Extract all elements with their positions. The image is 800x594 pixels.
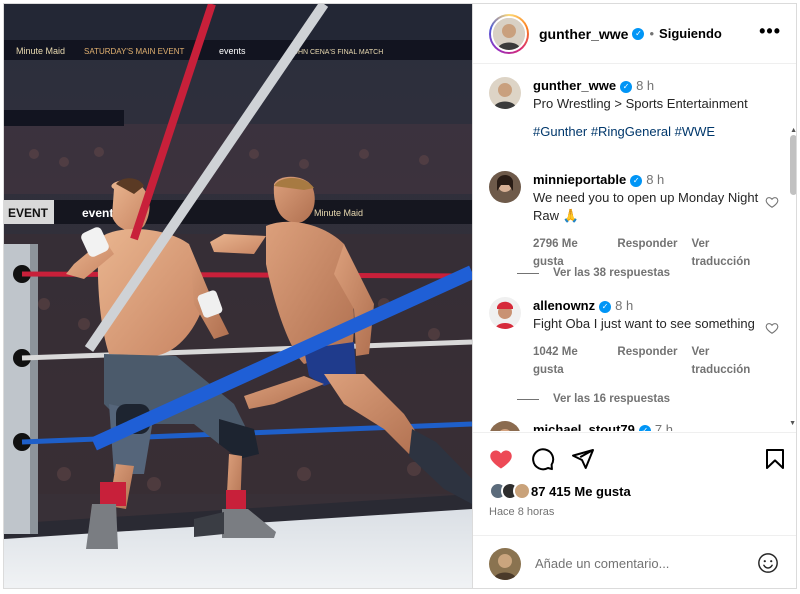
wrestling-photo: Minute Maid SATURDAY'S MAIN EVENT events… — [4, 4, 472, 588]
comments-list[interactable]: gunther_wwe ✓ 8 h Pro Wrestling > Sports E… — [473, 65, 796, 431]
post-modal: Minute Maid SATURDAY'S MAIN EVENT events… — [3, 3, 797, 589]
add-comment-row: Añade un comentario... — [473, 535, 796, 588]
translate-button[interactable]: Ver traducción — [691, 235, 763, 271]
view-replies-label: Ver las 38 respuestas — [553, 267, 670, 279]
heart-icon[interactable] — [489, 447, 513, 471]
author-avatar[interactable] — [489, 13, 529, 54]
caption-hashtags[interactable]: #Gunther #RingGeneral #WWE — [533, 123, 763, 141]
author-avatar-image — [493, 17, 525, 50]
view-replies-button[interactable]: Ver las 38 respuestas — [517, 267, 670, 279]
translate-button[interactable]: Ver traducción — [691, 343, 763, 379]
banner-text-1: Minute Maid — [16, 46, 65, 56]
comment-likes[interactable]: 1042 Me gusta — [533, 343, 603, 379]
posted-time: Hace 8 horas — [489, 506, 555, 518]
comment-text: Fight Oba I just want to see something — [533, 316, 755, 331]
post-side-panel: gunther_wwe ✓ • Siguiendo ••• gunther_ww… — [472, 4, 796, 588]
likes-summary[interactable]: 87 415 Me gusta — [489, 482, 631, 500]
comment-avatar[interactable] — [489, 171, 521, 203]
comment-time: 8 h — [615, 298, 634, 313]
comments-scrollbar[interactable] — [790, 135, 796, 195]
banner-text-6: Minute Maid — [314, 208, 363, 218]
banner-text-4: SATURDAY'S MAIN EVENT — [84, 47, 184, 56]
action-icons-row — [487, 447, 787, 473]
more-options-icon[interactable]: ••• — [759, 22, 781, 40]
separator-dot: • — [649, 26, 655, 41]
bookmark-icon[interactable] — [763, 447, 787, 471]
verified-badge-icon: ✓ — [599, 300, 612, 313]
verified-badge-icon: ✓ — [630, 174, 643, 187]
verified-badge-icon: ✓ — [632, 27, 645, 40]
comment-avatar[interactable] — [489, 297, 521, 329]
follow-status-button[interactable]: Siguiendo — [659, 26, 722, 41]
likers-avatars — [489, 482, 531, 500]
post-photo[interactable]: Minute Maid SATURDAY'S MAIN EVENT events… — [4, 4, 472, 588]
viewer-avatar — [489, 547, 521, 580]
comment-time: 7 h — [654, 422, 673, 431]
comment-username[interactable]: allenownz — [533, 298, 595, 313]
replies-line — [517, 272, 539, 274]
banner-event-text: EVENT — [8, 206, 49, 220]
comment-likes[interactable]: 2796 Me gusta — [533, 235, 603, 271]
comment-username[interactable]: minnieportable — [533, 172, 626, 187]
comment-username[interactable]: michael_stout79 — [533, 422, 635, 431]
banner-text-3: events — [219, 46, 246, 56]
caption-text: Pro Wrestling > Sports Entertainment — [533, 96, 748, 111]
scroll-down-arrow-icon[interactable]: ▼ — [789, 420, 796, 427]
like-comment-heart-icon[interactable] — [765, 195, 779, 209]
verified-badge-icon: ✓ — [638, 424, 651, 431]
share-icon[interactable] — [571, 447, 595, 471]
reply-button[interactable]: Responder — [617, 343, 677, 379]
banner-text-5: JOHN CENA'S FINAL MATCH — [289, 49, 383, 56]
scroll-up-arrow-icon[interactable]: ▲ — [790, 127, 796, 134]
author-username[interactable]: gunther_wwe — [539, 26, 628, 42]
like-comment-heart-icon[interactable] — [765, 321, 779, 335]
caption-avatar[interactable] — [489, 77, 521, 109]
comment-text: We need you to open up Monday Night Raw … — [533, 190, 759, 223]
caption-time: 8 h — [636, 78, 655, 93]
reply-button[interactable]: Responder — [617, 235, 677, 271]
comment-avatar[interactable] — [489, 421, 521, 431]
post-actions: 87 415 Me gusta Hace 8 horas Añade un co… — [473, 432, 796, 588]
comment-input[interactable]: Añade un comentario... — [535, 556, 669, 571]
likes-count[interactable]: 87 415 Me gusta — [531, 484, 631, 499]
emoji-icon[interactable] — [757, 552, 779, 574]
view-replies-label: Ver las 16 respuestas — [553, 393, 670, 405]
caption-username[interactable]: gunther_wwe — [533, 78, 616, 93]
comment-icon[interactable] — [531, 447, 555, 471]
replies-line — [517, 398, 539, 400]
post-header: gunther_wwe ✓ • Siguiendo ••• — [473, 4, 796, 64]
verified-badge-icon: ✓ — [620, 80, 633, 93]
comment-time: 8 h — [646, 172, 665, 187]
view-replies-button[interactable]: Ver las 16 respuestas — [517, 393, 670, 405]
